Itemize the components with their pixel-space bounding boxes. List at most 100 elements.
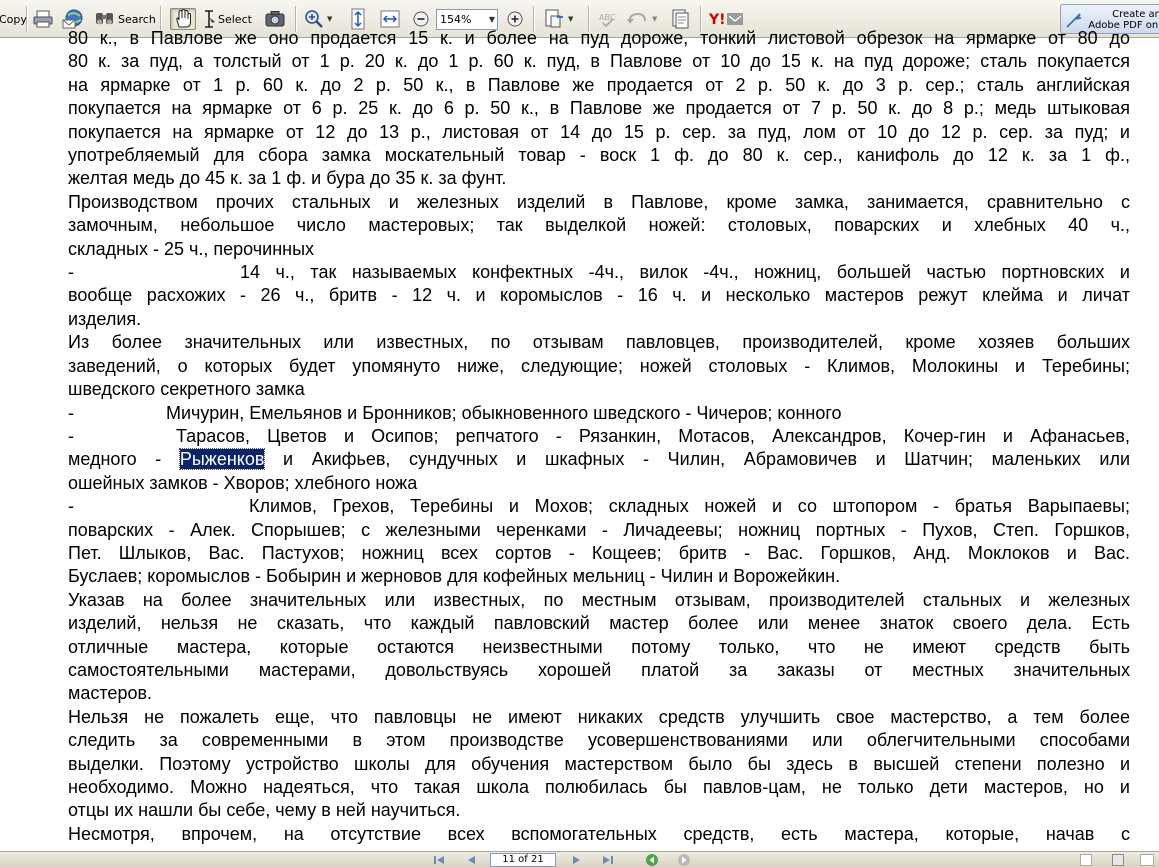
next-page-button[interactable] [570, 854, 584, 866]
text-line: Производством прочих стальных и железных… [68, 191, 1130, 214]
text-run: Пет. Шлыков, Вас. Пастухов; ножниц всех … [68, 542, 1130, 563]
selected-text: Рыженков [178, 448, 266, 471]
text-run: - [68, 425, 74, 446]
zoom-in-icon [507, 11, 523, 27]
toolbar-separator [26, 6, 28, 32]
text-line: складных - 25 ч., перочинных [68, 238, 1130, 261]
text-run: - [68, 262, 74, 283]
text-line: Пет. Шлыков, Вас. Пастухов; ножниц всех … [68, 542, 1130, 565]
text-run: выделки. Поэтому устройство школы для об… [68, 753, 1130, 774]
text-line: 80 к., в Павлове же оно продается 15 к. … [68, 27, 1130, 50]
copy-button[interactable]: Copy [0, 8, 28, 30]
text-line: желтая медь до 45 к. за 1 ф. и бура до 3… [68, 167, 1130, 190]
text-run: покупается на ярмарке от 6 р. 25 к. до 6… [68, 98, 1130, 119]
text-run: замочным, небольшое число мастеровых; та… [68, 215, 1130, 236]
zoom-in-tool-icon [305, 10, 323, 28]
text-run: медного - [68, 449, 180, 470]
text-line: изделия. [68, 308, 1130, 331]
text-run: ошейных замков - Хворов; хлебного ножа [68, 472, 418, 493]
single-page-layout-button[interactable] [1080, 854, 1092, 866]
text-run: 80 к., в Павлове же оно продается 15 к. … [68, 28, 1130, 48]
text-run: Мичурин, Емельянов и Бронников; обыкнове… [166, 402, 842, 423]
text-line: поварских - Алек. Спорышев; с железными … [68, 519, 1130, 542]
zoom-level-value: 154% [440, 13, 472, 26]
text-run: Буслаев; коромыслов - Бобырин и жерновов… [68, 566, 841, 587]
last-page-button[interactable] [601, 854, 615, 866]
text-run: изделия. [68, 308, 142, 329]
navigation-status-bar: 11 of 21 [0, 851, 1159, 867]
text-line: выделки. Поэтому устройство школы для об… [68, 753, 1130, 776]
text-run: - [68, 496, 74, 517]
text-line: покупается на ярмарке от 12 до 13 р., ли… [68, 121, 1130, 144]
text-run: и Акифьев, сундучных и шкафных - Чилин, … [264, 449, 1130, 470]
next-view-button[interactable] [677, 854, 691, 866]
chevron-down-icon[interactable]: ▼ [327, 15, 332, 23]
first-page-button[interactable] [432, 854, 446, 866]
text-run: поварских - Алек. Спорышев; с железными … [68, 519, 1130, 540]
text-run: Указав на более значительных или известн… [68, 589, 1130, 610]
print-button[interactable] [31, 8, 55, 30]
text-run: отцы их нашли бы себе, чему в ней научит… [68, 800, 461, 821]
text-run: Климов, Грехов, Теребины и Мохов; складн… [249, 496, 1130, 517]
text-run: желтая медь до 45 к. за 1 ф. и бура до 3… [68, 168, 507, 189]
next-page-icon [573, 856, 580, 864]
text-line: - Мичурин, Емельянов и Бронников; обыкнов… [68, 402, 1130, 425]
create-pdf-icon [1066, 13, 1082, 28]
text-run: употребляемый для сбора замка москательн… [68, 145, 1130, 166]
text-run: отличные мастера, которые остаются неизв… [68, 636, 1130, 657]
text-line: на ярмарке от 1 р. 60 к. до 2 р. 50 к., … [68, 74, 1130, 97]
text-line: Несмотря, впрочем, на отсутствие всех вс… [68, 823, 1130, 846]
undo-icon [627, 12, 646, 24]
copy-label: Copy [0, 12, 27, 26]
text-run: Из более значительных или известных, по … [68, 332, 1130, 353]
previous-page-icon [468, 856, 475, 864]
text-line: изделий, нельзя не сказать, что каждый п… [68, 612, 1130, 635]
text-line: шведского секретного замка [68, 378, 1130, 401]
facing-layout-button[interactable] [1140, 854, 1154, 866]
search-label: Search [118, 12, 156, 26]
text-run: 80 к. за пуд, а толстый от 1 р. 20 к. до… [68, 51, 1130, 72]
svg-text:Y!: Y! [709, 12, 726, 28]
text-line: употребляемый для сбора замка москательн… [68, 144, 1130, 167]
page-number-field[interactable]: 11 of 21 [490, 853, 556, 867]
text-line: 80 к. за пуд, а толстый от 1 р. 20 к. до… [68, 50, 1130, 73]
select-label: Select [218, 12, 252, 26]
text-run: заведений, о которых будет упомянуто ниж… [68, 355, 1130, 376]
select-text-icon [205, 10, 215, 28]
text-line: Указав на более значительных или известн… [68, 589, 1130, 612]
text-line: Буслаев; коромыслов - Бобырин и жерновов… [68, 565, 1130, 588]
text-line: вообще расхожих - 26 ч., бритв - 12 ч. и… [68, 284, 1130, 307]
text-line: медного - Рыженков и Акифьев, сундучных … [68, 448, 1130, 471]
first-page-icon [434, 856, 444, 864]
yahoo-icon: Y! [709, 12, 743, 28]
document-page-text[interactable]: 80 к., в Павлове же оно продается 15 к. … [68, 27, 1130, 851]
text-line: - 14 ч., так называемых конфектных -4ч., … [68, 261, 1130, 284]
text-line: Нельзя не пожалеть еще, что павловцы не … [68, 706, 1130, 729]
continuous-layout-button[interactable] [1112, 854, 1124, 866]
text-line: заведений, о которых будет упомянуто ниж… [68, 355, 1130, 378]
forward-view-icon [678, 854, 690, 866]
chevron-down-icon[interactable]: ▼ [652, 15, 657, 23]
text-line: отцы их нашли бы себе, чему в ней научит… [68, 799, 1130, 822]
text-run: самостоятельными мастерами, довольствуяс… [68, 659, 1130, 680]
spellcheck-icon: ABC [599, 13, 616, 28]
text-run: Тарасов, Цветов и Осипов; репчатого - Ря… [176, 425, 1130, 446]
chevron-down-icon[interactable]: ▼ [568, 15, 573, 23]
previous-view-button[interactable] [645, 854, 659, 866]
previous-page-button[interactable] [464, 854, 478, 866]
hand-tool-icon [176, 9, 191, 28]
back-view-icon [646, 854, 658, 866]
last-page-icon [603, 856, 613, 864]
text-line: следить за современными в этом производс… [68, 729, 1130, 752]
svg-text:ABC: ABC [599, 13, 616, 22]
text-run: складных - 25 ч., перочинных [68, 238, 315, 259]
text-run: необходимо. Можно надеяться, что такая ш… [68, 777, 1130, 797]
text-run: Нельзя не пожалеть еще, что павловцы не … [68, 706, 1130, 727]
text-run: следить за современными в этом производс… [68, 730, 1130, 751]
text-line: Из более значительных или известных, по … [68, 331, 1130, 354]
text-run: вообще расхожих - 26 ч., бритв - 12 ч. и… [68, 285, 1130, 306]
text-line: необходимо. Можно надеяться, что такая ш… [68, 776, 1130, 799]
text-run: Производством прочих стальных и железных… [68, 191, 1130, 212]
text-run: мастеров. [68, 683, 153, 704]
text-line: покупается на ярмарке от 6 р. 25 к. до 6… [68, 97, 1130, 120]
